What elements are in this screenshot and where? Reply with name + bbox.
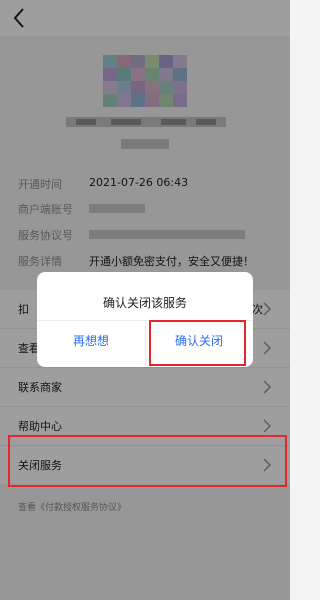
confirm-close-highlight [149, 320, 246, 366]
dialog-title: 确认关闭该服务 [102, 296, 187, 310]
close-service-highlight [8, 435, 287, 487]
cancel-button[interactable]: 再想想 [37, 332, 145, 349]
